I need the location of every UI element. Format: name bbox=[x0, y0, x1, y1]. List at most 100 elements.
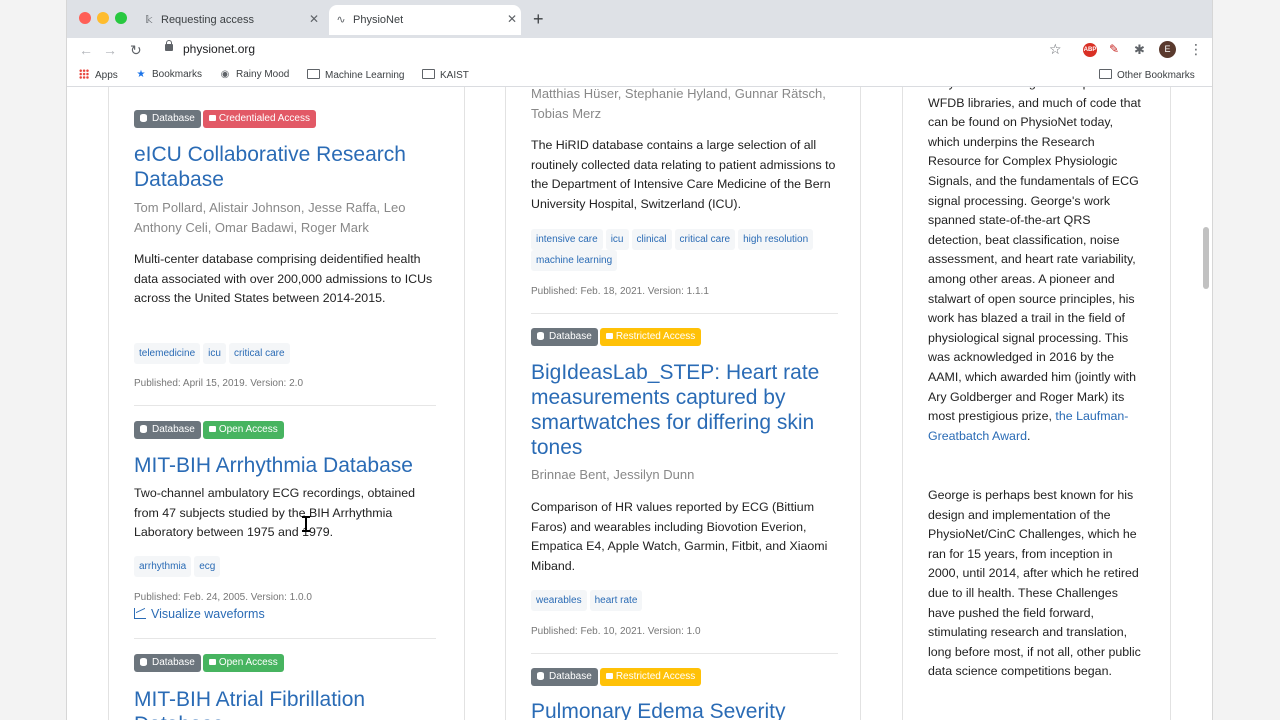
bookmark-label: KAIST bbox=[440, 70, 469, 81]
reload-icon[interactable]: ↻ bbox=[130, 41, 142, 59]
bookmark-other[interactable]: Other Bookmarks bbox=[1099, 69, 1195, 81]
address-bar[interactable]: physionet.org bbox=[157, 38, 1087, 62]
physionet-icon: ∿ bbox=[336, 14, 346, 26]
tag-list: arrhythmia ecg bbox=[134, 556, 434, 577]
folder-icon bbox=[307, 69, 320, 79]
badge-row: Database Open Access bbox=[134, 654, 286, 672]
project-description: Comparison of HR values reported by ECG … bbox=[531, 500, 828, 574]
tag[interactable]: icu bbox=[203, 343, 226, 364]
bookmark-rainy-mood[interactable]: ◉ Rainy Mood bbox=[219, 69, 290, 80]
unlock-icon bbox=[208, 659, 216, 665]
credentialed-access-badge: Credentialed Access bbox=[202, 110, 316, 128]
close-icon[interactable]: ✕ bbox=[507, 13, 517, 25]
bookmarks-bar: Apps ★ Bookmarks ◉ Rainy Mood Machine Lear… bbox=[67, 64, 1212, 87]
tag-list: telemedicine icu critical care bbox=[134, 343, 434, 364]
tag[interactable]: intensive care bbox=[531, 229, 603, 250]
divider bbox=[134, 405, 436, 406]
publish-meta: Published: Feb. 18, 2021. Version: 1.1.1 bbox=[531, 286, 709, 297]
database-icon bbox=[140, 658, 147, 666]
project-title-mitbih-af[interactable]: MIT-BIH Atrial Fibrillation Database bbox=[134, 687, 434, 720]
url-text[interactable]: physionet.org bbox=[183, 42, 255, 56]
badge-row: Database Restricted Access bbox=[531, 668, 703, 686]
apps-grid-icon bbox=[79, 69, 89, 79]
text-cursor bbox=[302, 516, 310, 532]
tag[interactable]: arrhythmia bbox=[134, 556, 192, 577]
project-authors: Brinnae Bent, Jessilyn Dunn bbox=[531, 467, 695, 482]
back-icon[interactable]: ← bbox=[79, 41, 93, 59]
database-icon bbox=[140, 425, 147, 433]
project-title-mitbih[interactable]: MIT-BIH Arrhythmia Database bbox=[134, 453, 464, 478]
visualize-waveforms-link[interactable]: Visualize waveforms bbox=[134, 607, 265, 621]
lock-icon bbox=[208, 115, 216, 121]
divider bbox=[531, 653, 838, 654]
forward-icon[interactable]: → bbox=[103, 41, 117, 59]
browser-window: 𝕜 Requesting access ✕ ∿ PhysioNet ✕ + ← … bbox=[67, 0, 1212, 720]
tag[interactable]: machine learning bbox=[531, 250, 618, 271]
publish-meta: Published: April 15, 2019. Version: 2.0 bbox=[134, 378, 304, 389]
lock-icon bbox=[605, 673, 613, 679]
tab-requesting-access[interactable]: 𝕜 Requesting access ✕ bbox=[137, 5, 323, 35]
tag[interactable]: heart rate bbox=[589, 590, 643, 611]
tag[interactable]: critical care bbox=[228, 343, 290, 364]
tag[interactable]: telemedicine bbox=[134, 343, 201, 364]
chart-line-icon bbox=[134, 608, 146, 619]
database-icon bbox=[537, 672, 544, 680]
close-icon[interactable]: ✕ bbox=[309, 13, 319, 25]
tab-title: Requesting access bbox=[161, 14, 254, 26]
badge-row: Database Restricted Access bbox=[531, 328, 703, 346]
tag-list: intensive care icu clinical critical care hi… bbox=[531, 229, 841, 271]
adblock-icon[interactable]: ABP bbox=[1083, 43, 1097, 57]
database-badge: Database bbox=[134, 421, 201, 439]
tag[interactable]: icu bbox=[605, 229, 629, 250]
tag[interactable]: ecg bbox=[194, 556, 221, 577]
more-menu-icon[interactable]: ⋮ bbox=[1189, 41, 1203, 58]
bookmark-label: Rainy Mood bbox=[236, 69, 290, 80]
tag[interactable]: wearables bbox=[531, 590, 587, 611]
star-icon[interactable]: ☆ bbox=[1049, 41, 1062, 58]
bookmark-kaist[interactable]: KAIST bbox=[422, 69, 469, 81]
extension-icon[interactable]: ✎ bbox=[1109, 42, 1119, 56]
tab-strip: 𝕜 Requesting access ✕ ∿ PhysioNet ✕ + bbox=[67, 0, 1212, 38]
project-description: Multi-center database comprising deident… bbox=[134, 252, 433, 306]
project-title-step[interactable]: BigIdeasLab_STEP: Heart rate measurement… bbox=[531, 360, 846, 460]
bookmark-label: Machine Learning bbox=[325, 70, 405, 81]
puzzle-icon[interactable]: ✱ bbox=[1134, 42, 1145, 58]
k-icon: 𝕜 bbox=[145, 14, 153, 26]
database-badge: Database bbox=[531, 668, 598, 686]
database-badge: Database bbox=[134, 654, 201, 672]
close-window-button[interactable] bbox=[79, 12, 91, 24]
open-access-badge: Open Access bbox=[202, 654, 284, 672]
project-authors: Matthias Hüser, Stephanie Hyland, Gunnar… bbox=[531, 87, 826, 121]
avatar[interactable]: E bbox=[1159, 41, 1176, 58]
badge-row: Database Credentialed Access bbox=[134, 110, 318, 128]
bookmark-bookmarks[interactable]: ★ Bookmarks bbox=[135, 69, 203, 80]
database-icon bbox=[140, 114, 147, 122]
lock-icon bbox=[605, 333, 613, 339]
restricted-access-badge: Restricted Access bbox=[599, 668, 702, 686]
bookmark-machine-learning[interactable]: Machine Learning bbox=[307, 69, 405, 81]
browser-toolbar: ← → ↻ physionet.org ☆ ABP ✎ ✱ E ⋮ bbox=[67, 38, 1212, 62]
tag[interactable]: clinical bbox=[631, 229, 672, 250]
project-title-eicu[interactable]: eICU Collaborative Research Database bbox=[134, 142, 454, 192]
open-access-badge: Open Access bbox=[202, 421, 284, 439]
news-paragraph: early 1980's. George developed the WFDB … bbox=[928, 87, 1141, 443]
unlock-icon bbox=[208, 426, 216, 432]
folder-icon bbox=[422, 69, 435, 79]
tag[interactable]: critical care bbox=[674, 229, 736, 250]
project-authors: Tom Pollard, Alistair Johnson, Jesse Raf… bbox=[134, 200, 406, 235]
minimize-window-button[interactable] bbox=[97, 12, 109, 24]
bookmark-apps[interactable]: Apps bbox=[79, 69, 118, 81]
bookmark-label: Bookmarks bbox=[152, 69, 203, 80]
project-title-pulmonary[interactable]: Pulmonary Edema Severity bbox=[531, 699, 846, 720]
tab-physionet[interactable]: ∿ PhysioNet ✕ bbox=[329, 5, 521, 35]
tag[interactable]: high resolution bbox=[738, 229, 814, 250]
folder-icon bbox=[1099, 69, 1112, 79]
scrollbar-thumb[interactable] bbox=[1203, 227, 1209, 289]
maximize-window-button[interactable] bbox=[115, 12, 127, 24]
badge-row: Database Open Access bbox=[134, 421, 286, 439]
news-paragraph: George is perhaps best known for his des… bbox=[928, 488, 1141, 679]
lock-icon bbox=[165, 40, 173, 51]
new-tab-button[interactable]: + bbox=[533, 10, 544, 28]
database-icon bbox=[537, 332, 544, 340]
rainy-mood-icon: ◉ bbox=[220, 69, 230, 80]
